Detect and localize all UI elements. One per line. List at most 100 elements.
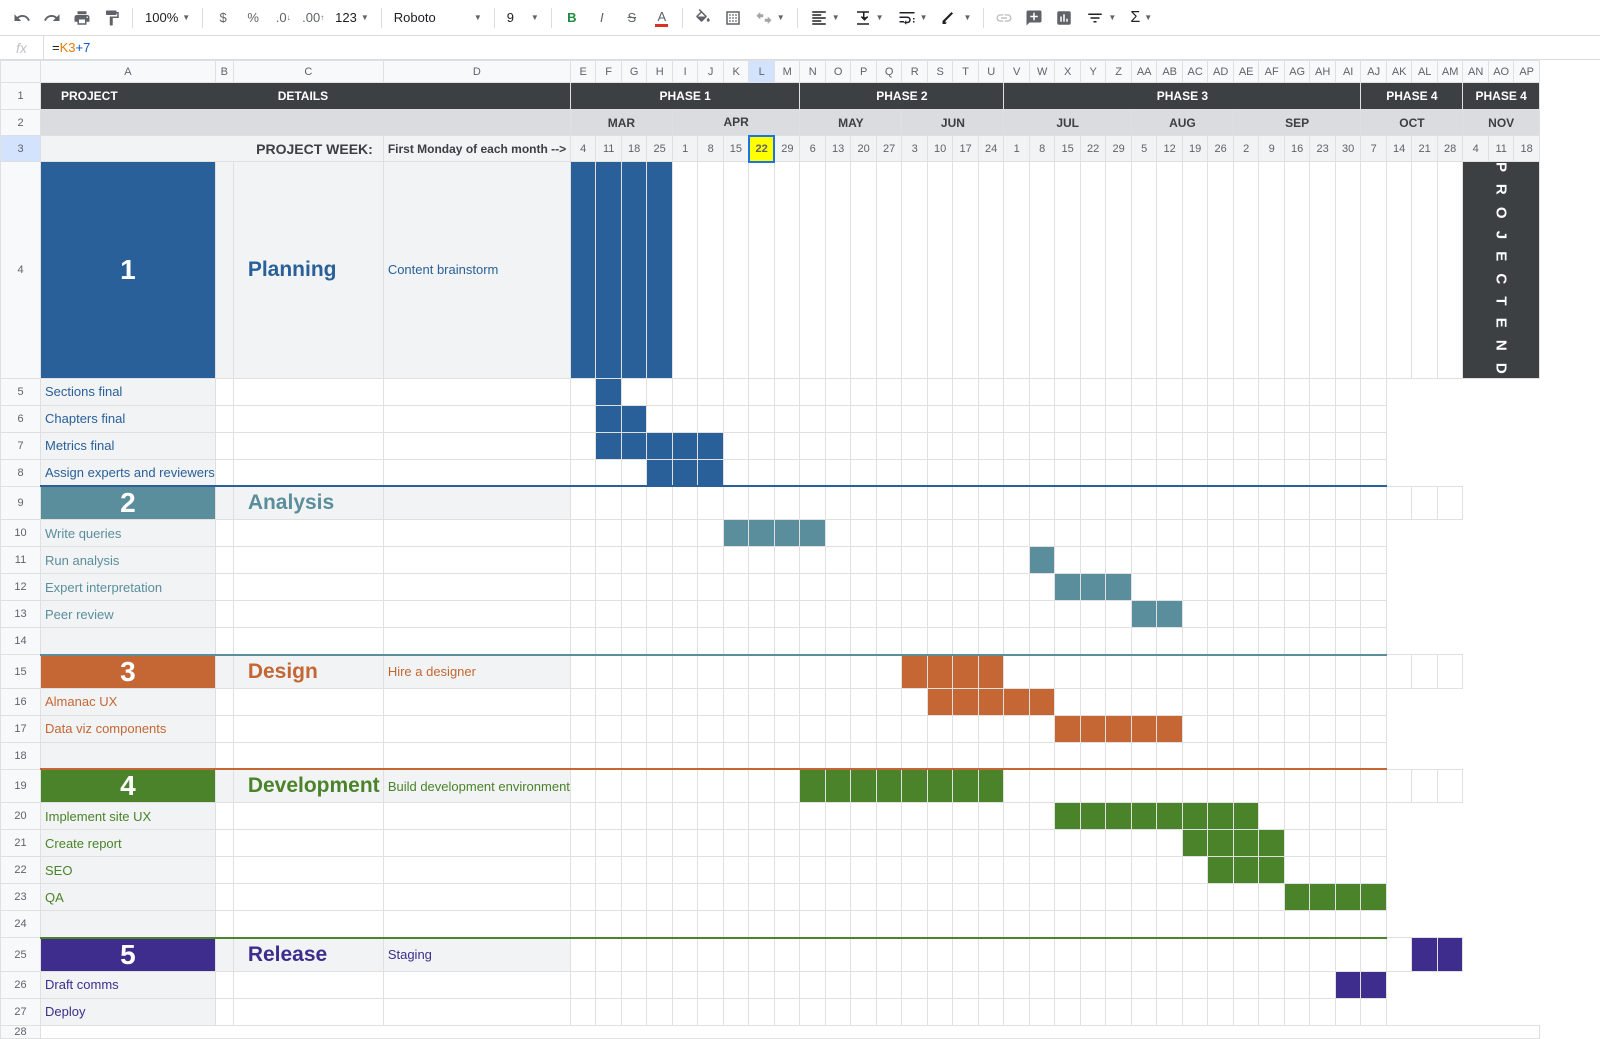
col-header[interactable]: AN xyxy=(1463,61,1489,83)
col-header[interactable]: AP xyxy=(1514,61,1540,83)
task-label[interactable]: Write queries xyxy=(41,520,216,547)
row-header[interactable]: 9 xyxy=(1,486,41,520)
col-header[interactable]: N xyxy=(800,61,826,83)
col-header[interactable]: AD xyxy=(1208,61,1234,83)
col-header[interactable]: J xyxy=(698,61,724,83)
row-header[interactable]: 18 xyxy=(1,742,41,769)
task-label[interactable]: Build development environment xyxy=(383,769,570,803)
col-header[interactable]: AL xyxy=(1412,61,1438,83)
task-label[interactable]: Chapters final xyxy=(41,405,216,432)
borders-button[interactable] xyxy=(719,4,747,32)
col-header[interactable]: AO xyxy=(1488,61,1514,83)
merge-button[interactable]: ▼ xyxy=(749,4,791,32)
fill-color-button[interactable] xyxy=(689,4,717,32)
more-formats-select[interactable]: 123▼ xyxy=(329,4,375,32)
col-header[interactable]: B xyxy=(215,61,233,83)
col-header[interactable]: H xyxy=(647,61,673,83)
paint-format-button[interactable] xyxy=(98,4,126,32)
redo-button[interactable] xyxy=(38,4,66,32)
row-header[interactable]: 19 xyxy=(1,769,41,803)
row-header[interactable]: 16 xyxy=(1,688,41,715)
row-header[interactable]: 12 xyxy=(1,574,41,601)
task-label[interactable]: Assign experts and reviewers xyxy=(41,459,216,486)
col-header[interactable]: AK xyxy=(1386,61,1412,83)
row-header[interactable]: 14 xyxy=(1,628,41,655)
percent-button[interactable]: % xyxy=(239,4,267,32)
col-header[interactable]: AH xyxy=(1310,61,1336,83)
halign-button[interactable]: ▼ xyxy=(804,4,846,32)
task-label[interactable] xyxy=(383,486,570,520)
undo-button[interactable] xyxy=(8,4,36,32)
col-header[interactable]: S xyxy=(927,61,953,83)
italic-button[interactable]: I xyxy=(588,4,616,32)
link-button[interactable] xyxy=(990,4,1018,32)
row-header[interactable]: 20 xyxy=(1,803,41,830)
task-label[interactable]: Expert interpretation xyxy=(41,574,216,601)
text-color-button[interactable]: A xyxy=(648,4,676,32)
task-label[interactable]: Peer review xyxy=(41,601,216,628)
col-header[interactable]: I xyxy=(672,61,698,83)
row-header[interactable]: 27 xyxy=(1,998,41,1025)
col-header[interactable]: Q xyxy=(876,61,902,83)
font-size-select[interactable]: 9▼ xyxy=(501,4,545,32)
row-header[interactable]: 6 xyxy=(1,405,41,432)
col-header[interactable]: Z xyxy=(1106,61,1132,83)
col-header[interactable]: U xyxy=(978,61,1004,83)
col-header[interactable]: D xyxy=(383,61,570,83)
row-header[interactable]: 13 xyxy=(1,601,41,628)
row-header[interactable]: 3 xyxy=(1,136,41,162)
col-header[interactable]: AA xyxy=(1131,61,1157,83)
currency-button[interactable]: $ xyxy=(209,4,237,32)
valign-button[interactable]: ▼ xyxy=(848,4,890,32)
task-label[interactable]: QA xyxy=(41,884,216,911)
row-header[interactable]: 23 xyxy=(1,884,41,911)
col-header[interactable]: C xyxy=(233,61,383,83)
spreadsheet-grid[interactable]: ABCDEFGHIJKLMNOPQRSTUVWXYZAAABACADAEAFAG… xyxy=(0,60,1600,1039)
col-header[interactable]: L xyxy=(749,61,775,83)
filter-button[interactable]: ▼ xyxy=(1080,4,1122,32)
task-label[interactable] xyxy=(41,628,216,655)
task-label[interactable]: Metrics final xyxy=(41,432,216,459)
col-header[interactable]: T xyxy=(953,61,979,83)
col-header[interactable]: AB xyxy=(1157,61,1183,83)
col-header[interactable]: AC xyxy=(1182,61,1208,83)
task-label[interactable]: Draft comms xyxy=(41,971,216,998)
row-header[interactable]: 24 xyxy=(1,911,41,938)
task-label[interactable]: Implement site UX xyxy=(41,803,216,830)
col-header[interactable]: F xyxy=(596,61,622,83)
row-header[interactable]: 8 xyxy=(1,459,41,486)
col-header[interactable]: M xyxy=(774,61,800,83)
formula-input[interactable]: =K3+7 xyxy=(44,40,1600,55)
row-header[interactable]: 2 xyxy=(1,110,41,136)
row-header[interactable]: 1 xyxy=(1,83,41,110)
increase-decimal-button[interactable]: .00↑ xyxy=(299,4,327,32)
col-header[interactable]: Y xyxy=(1080,61,1106,83)
row-header[interactable]: 5 xyxy=(1,378,41,405)
font-select[interactable]: Roboto▼ xyxy=(388,4,488,32)
task-label[interactable]: Data viz components xyxy=(41,715,216,742)
row-header[interactable]: 7 xyxy=(1,432,41,459)
col-header[interactable]: W xyxy=(1029,61,1055,83)
chart-button[interactable] xyxy=(1050,4,1078,32)
row-header[interactable]: 11 xyxy=(1,547,41,574)
task-label[interactable]: Create report xyxy=(41,830,216,857)
col-header[interactable]: G xyxy=(621,61,647,83)
col-header[interactable]: AJ xyxy=(1361,61,1387,83)
row-header[interactable]: 25 xyxy=(1,938,41,972)
col-header[interactable]: V xyxy=(1004,61,1030,83)
task-label[interactable]: SEO xyxy=(41,857,216,884)
row-header[interactable]: 4 xyxy=(1,162,41,379)
strike-button[interactable]: S xyxy=(618,4,646,32)
bold-button[interactable]: B xyxy=(558,4,586,32)
row-header[interactable]: 28 xyxy=(1,1025,41,1038)
task-label[interactable]: Sections final xyxy=(41,378,216,405)
col-header[interactable]: AF xyxy=(1259,61,1285,83)
col-header[interactable]: AG xyxy=(1284,61,1310,83)
row-header[interactable]: 21 xyxy=(1,830,41,857)
task-label[interactable] xyxy=(41,742,216,769)
col-header[interactable]: R xyxy=(902,61,928,83)
row-header[interactable]: 22 xyxy=(1,857,41,884)
task-label[interactable]: Hire a designer xyxy=(383,655,570,689)
task-label[interactable]: Deploy xyxy=(41,998,216,1025)
wrap-button[interactable]: ▼ xyxy=(892,4,934,32)
